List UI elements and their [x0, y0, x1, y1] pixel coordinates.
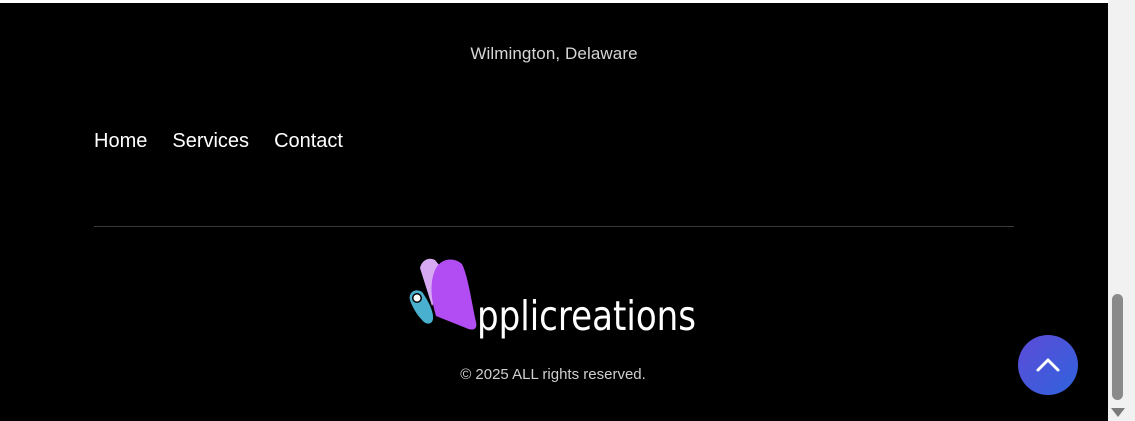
- nav-link-contact[interactable]: Contact: [274, 130, 343, 153]
- page-viewport: Wilmington, Delaware Home Services Conta…: [0, 0, 1108, 421]
- scrollbar-thumb[interactable]: [1112, 294, 1123, 400]
- footer-nav: Home Services Contact: [94, 130, 343, 153]
- footer-location: Wilmington, Delaware: [470, 44, 638, 63]
- copyright-text: © 2025 ALL rights reserved.: [460, 366, 646, 383]
- footer-divider: [94, 226, 1014, 227]
- nav-link-home[interactable]: Home: [94, 130, 147, 153]
- scroll-to-top-button[interactable]: [1018, 335, 1078, 395]
- scroll-down-arrow-icon[interactable]: [1111, 408, 1125, 417]
- content-edge: [0, 0, 1108, 3]
- nav-link-services[interactable]: Services: [172, 130, 249, 153]
- chevron-up-icon: [1036, 358, 1060, 372]
- page-scrollbar[interactable]: [1108, 0, 1135, 421]
- butterfly-a-logo-icon: pplicreations: [409, 258, 696, 340]
- logo-wordmark: pplicreations: [477, 292, 696, 340]
- brand-logo[interactable]: pplicreations: [406, 256, 700, 344]
